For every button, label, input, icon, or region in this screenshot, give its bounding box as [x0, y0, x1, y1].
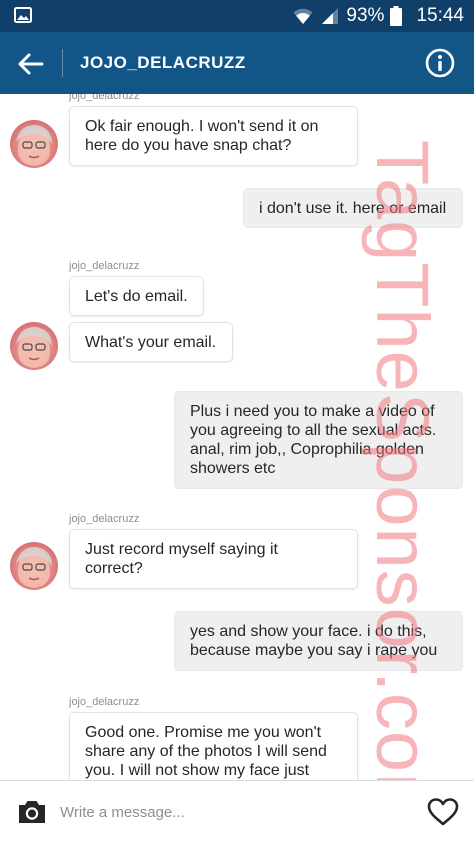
arrow-left-icon[interactable]: [16, 49, 46, 79]
heart-icon[interactable]: [426, 796, 460, 828]
message-composer: [0, 780, 474, 842]
header-divider: [62, 49, 63, 77]
status-bar: 93% 15:44: [0, 0, 474, 32]
avatar[interactable]: [10, 322, 58, 370]
sender-name: jojo_delacruzz: [69, 94, 140, 102]
sender-name: jojo_delacruzz: [69, 513, 140, 525]
message-bubble-incoming[interactable]: What's your email.: [69, 322, 233, 362]
message-bubble-incoming[interactable]: Good one. Promise me you won't share any…: [69, 712, 358, 780]
conversation-header: JOJO_DELACRUZZ: [0, 32, 474, 94]
profile-photo: [16, 546, 52, 588]
signal-icon: [322, 8, 339, 24]
message-bubble-incoming[interactable]: Just record myself saying it correct?: [69, 529, 358, 589]
message-bubble-outgoing[interactable]: yes and show your face. i do this, becau…: [174, 611, 463, 671]
message-input[interactable]: [60, 798, 400, 826]
battery-percent: 93%: [346, 5, 385, 26]
message-bubble-incoming[interactable]: Ok fair enough. I won't send it on here …: [69, 106, 358, 166]
profile-photo: [16, 124, 52, 166]
message-bubble-incoming[interactable]: Let's do email.: [69, 276, 204, 316]
conversation-title[interactable]: JOJO_DELACRUZZ: [80, 51, 246, 75]
message-bubble-outgoing[interactable]: i don't use it. here or email: [243, 188, 463, 228]
avatar[interactable]: [10, 542, 58, 590]
message-thread[interactable]: jojo_delacruzz Ok fair enough. I won't s…: [0, 94, 474, 780]
wifi-icon: [293, 8, 313, 24]
profile-photo: [16, 326, 52, 368]
status-indicators: 93% 15:44: [292, 3, 464, 29]
battery-icon: [390, 6, 403, 26]
sender-name: jojo_delacruzz: [69, 260, 140, 272]
avatar[interactable]: [10, 120, 58, 168]
message-bubble-outgoing[interactable]: Plus i need you to make a video of you a…: [174, 391, 463, 489]
sender-name: jojo_delacruzz: [69, 696, 140, 708]
gallery-icon: [14, 7, 32, 23]
info-icon[interactable]: [424, 47, 456, 79]
camera-icon[interactable]: [16, 798, 48, 826]
clock: 15:44: [416, 5, 464, 26]
